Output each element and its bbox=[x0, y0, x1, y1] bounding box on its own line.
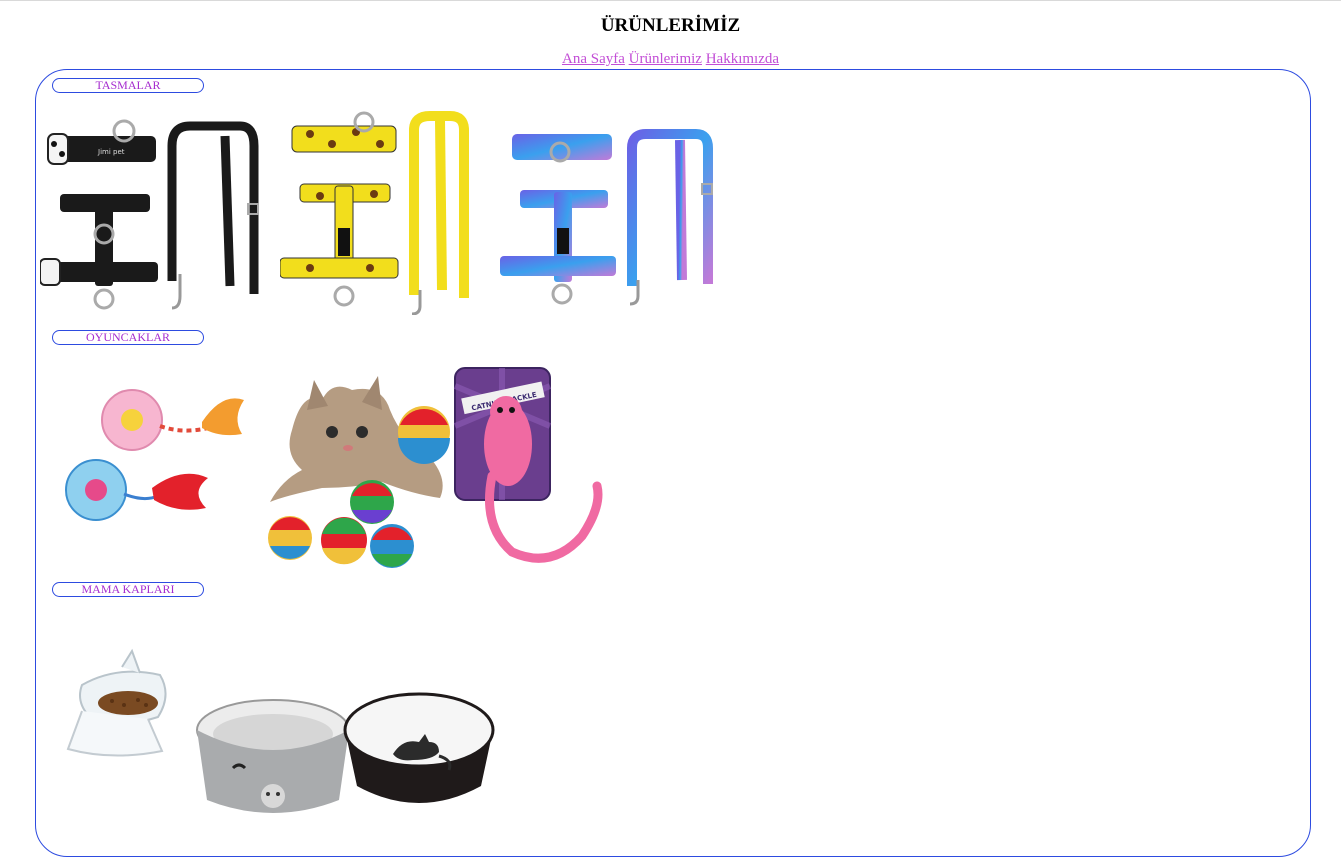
product-image-kitten-balls[interactable] bbox=[262, 370, 457, 575]
collar-tag-text: Jimi pet bbox=[97, 148, 125, 156]
product-image-black-bowl[interactable] bbox=[343, 690, 495, 808]
nav-link-home[interactable]: Ana Sayfa bbox=[562, 51, 625, 67]
product-image-purple-harness[interactable] bbox=[500, 118, 715, 308]
product-image-yellow-harness[interactable] bbox=[280, 110, 485, 315]
product-image-grey-bowl[interactable] bbox=[193, 688, 353, 823]
product-image-black-harness[interactable]: Jimi pet bbox=[40, 96, 265, 321]
nav-link-about[interactable]: Hakkımızda bbox=[706, 51, 779, 67]
nav-link-products[interactable]: Ürünlerimiz bbox=[629, 51, 702, 67]
category-label-collars[interactable]: TASMALAR bbox=[52, 78, 204, 93]
category-label-toys[interactable]: OYUNCAKLAR bbox=[52, 330, 204, 345]
product-image-pink-mouse[interactable]: CATNIP CRACKLE bbox=[452, 366, 607, 571]
top-rule bbox=[0, 0, 1341, 1]
product-image-tilted-bowl[interactable] bbox=[62, 645, 172, 760]
main-nav: Ana Sayfa Ürünlerimiz Hakkımızda bbox=[0, 51, 1341, 68]
product-image-feather-balls[interactable] bbox=[62, 382, 247, 527]
page-title: ÜRÜNLERİMİZ bbox=[600, 15, 741, 36]
category-label-bowls[interactable]: MAMA KAPLARI bbox=[52, 582, 204, 597]
